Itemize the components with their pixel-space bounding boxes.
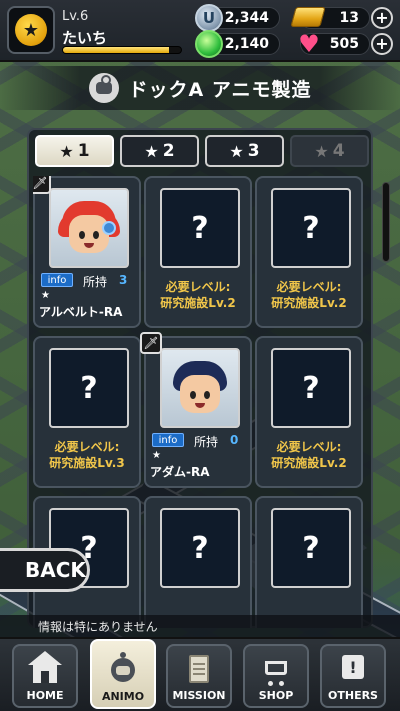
heart-counter: ♥ 505 xyxy=(298,30,370,58)
locked-portrait: ? xyxy=(49,348,129,428)
required-level-label: 必要レベル: xyxy=(276,280,342,294)
animo-card-owned[interactable]: 🗡 info 所持 3 ★ アルベルト-RA xyxy=(33,176,141,328)
nav-label: OTHERS xyxy=(328,689,378,702)
required-level-label: 必要レベル: xyxy=(54,440,120,454)
screen-title-bar: ドックA アニモ製造 xyxy=(0,66,400,110)
gold-counter: 13 xyxy=(290,7,370,29)
back-button[interactable]: BACK xyxy=(0,548,90,592)
u-coin-icon: U xyxy=(195,4,223,32)
add-hearts-button[interactable]: + xyxy=(371,33,393,55)
nav-label: MISSION xyxy=(172,689,226,702)
star-badge-icon: ★ xyxy=(15,14,47,46)
tab-label: 1 xyxy=(77,141,90,161)
gold-bar-icon xyxy=(290,7,326,27)
required-level-value: 研究施設Lv.3 xyxy=(49,456,125,470)
grid-scrollbar[interactable] xyxy=(382,182,390,262)
player-avatar[interactable]: ★ xyxy=(7,6,55,54)
green-gem-icon xyxy=(195,30,223,58)
star-icon: ★ xyxy=(59,141,74,161)
sword-icon: 🗡 xyxy=(140,332,162,354)
home-icon xyxy=(28,651,62,685)
animo-icon xyxy=(106,652,140,686)
bottom-navigation: HOME ANIMO MISSION SHOP ! OTHERS xyxy=(0,637,400,711)
shop-icon xyxy=(259,651,293,686)
info-ticker: 情報は特にありません xyxy=(0,615,400,637)
tab-star-1[interactable]: ★ 1 xyxy=(35,135,114,167)
info-button[interactable]: info xyxy=(41,273,73,287)
owned-label: 所持 xyxy=(83,275,108,289)
required-level-value: 研究施設Lv.2 xyxy=(271,456,347,470)
nav-label: ANIMO xyxy=(101,690,145,703)
locked-portrait: ? xyxy=(271,508,351,588)
locked-portrait: ? xyxy=(271,188,351,268)
tab-star-3[interactable]: ★ 3 xyxy=(205,135,284,167)
heart-icon: ♥ xyxy=(298,30,320,58)
nav-animo[interactable]: ANIMO xyxy=(90,639,156,709)
screen-title: ドックA アニモ製造 xyxy=(128,78,312,101)
nav-home[interactable]: HOME xyxy=(12,644,78,708)
tab-label: 4 xyxy=(332,141,345,161)
animo-card-locked[interactable]: ? 必要レベル: 研究施設Lv.2 xyxy=(144,176,252,328)
owned-count: 3 xyxy=(119,273,128,287)
required-level-label: 必要レベル: xyxy=(276,440,342,454)
required-level-value: 研究施設Lv.2 xyxy=(160,296,236,310)
ticker-text: 情報は特にありません xyxy=(38,619,158,634)
animo-name: アダム-RA xyxy=(150,465,210,479)
others-icon: ! xyxy=(336,651,370,685)
add-gold-button[interactable]: + xyxy=(371,7,393,29)
locked-portrait: ? xyxy=(160,188,240,268)
sword-icon: 🗡 xyxy=(33,176,51,194)
u-coin-value: 2,344 xyxy=(224,10,269,26)
animo-card-locked[interactable]: ? xyxy=(255,496,363,628)
gem-value: 2,140 xyxy=(224,36,269,52)
required-level-value: 研究施設Lv.2 xyxy=(271,296,347,310)
nav-others[interactable]: ! OTHERS xyxy=(320,644,386,708)
rarity-star: ★ xyxy=(152,450,161,461)
player-header: ★ Lv.6 たいち U 2,344 2,140 13 ♥ 505 + + xyxy=(0,0,400,62)
tab-label: 3 xyxy=(247,141,260,161)
u-coin-counter: U 2,344 xyxy=(195,4,280,32)
animo-card-locked[interactable]: ? xyxy=(144,496,252,628)
animo-card-locked[interactable]: ? 必要レベル: 研究施設Lv.3 xyxy=(33,336,141,488)
gold-value: 13 xyxy=(339,10,359,26)
locked-portrait: ? xyxy=(160,508,240,588)
tab-star-2[interactable]: ★ 2 xyxy=(120,135,199,167)
gem-counter: 2,140 xyxy=(195,30,280,58)
star-icon: ★ xyxy=(229,141,244,161)
tab-label: 2 xyxy=(162,141,175,161)
tab-star-4[interactable]: ★ 4 xyxy=(290,135,369,167)
star-icon: ★ xyxy=(314,141,329,161)
mission-icon xyxy=(182,651,216,685)
owned-label: 所持 xyxy=(194,435,219,449)
animo-card-owned[interactable]: 🗡 info 所持 0 ★ アダム-RA xyxy=(140,332,252,488)
animo-name: アルベルト-RA xyxy=(39,305,123,319)
rarity-star: ★ xyxy=(41,290,50,301)
nav-label: SHOP xyxy=(258,689,294,702)
nav-mission[interactable]: MISSION xyxy=(166,644,232,708)
nav-label: HOME xyxy=(26,689,64,702)
locked-portrait: ? xyxy=(271,348,351,428)
animo-card-locked[interactable]: ? 必要レベル: 研究施設Lv.2 xyxy=(255,336,363,488)
animo-robot-icon xyxy=(88,73,119,103)
xp-bar xyxy=(62,46,182,54)
animo-portrait xyxy=(49,188,129,268)
star-icon: ★ xyxy=(144,141,159,161)
animo-portrait xyxy=(160,348,240,428)
heart-value: 505 xyxy=(329,36,359,52)
nav-shop[interactable]: SHOP xyxy=(243,644,309,708)
player-name: たいち xyxy=(62,29,108,47)
info-button[interactable]: info xyxy=(152,433,184,447)
owned-count: 0 xyxy=(230,433,239,447)
player-level: Lv.6 xyxy=(62,9,89,24)
rarity-tabs: ★ 1 ★ 2 ★ 3 ★ 4 xyxy=(35,135,369,167)
required-level-label: 必要レベル: xyxy=(165,280,231,294)
animo-card-locked[interactable]: ? 必要レベル: 研究施設Lv.2 xyxy=(255,176,363,328)
